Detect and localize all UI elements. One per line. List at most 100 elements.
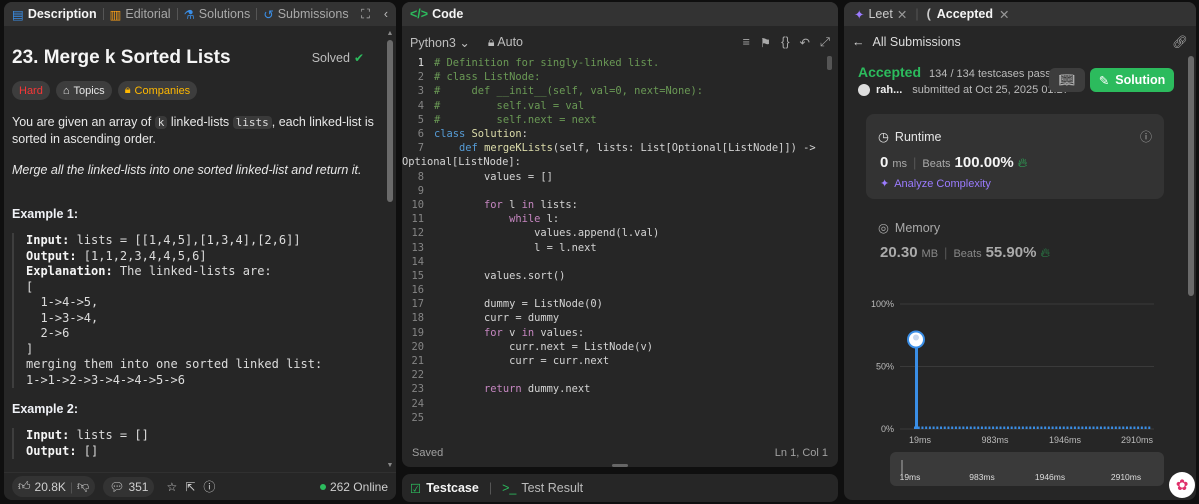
fullscreen-icon[interactable]: ⤢: [820, 35, 830, 50]
scroll-down-arrow[interactable]: ▼: [386, 462, 394, 469]
baseline-bar: [1085, 426, 1088, 429]
close-icon[interactable]: ✕: [897, 7, 907, 22]
baseline-bar: [1029, 426, 1032, 429]
baseline-bar: [969, 426, 972, 429]
solved-status: Solved ✔: [312, 51, 364, 65]
tab-editorial[interactable]: ▥ Editorial: [110, 7, 171, 22]
tab-leet[interactable]: ✦ Leet ✕: [854, 7, 907, 22]
difficulty-badge[interactable]: Hard: [12, 81, 50, 100]
companies-badge[interactable]: 🔒︎ Companies: [117, 81, 198, 100]
fire-icon: 🔥︎: [1040, 245, 1050, 260]
tab-submissions[interactable]: ↺ Submissions: [263, 7, 348, 22]
language-select[interactable]: Python3 ⌄: [410, 35, 470, 50]
memory-values: 20.30 MB | Beats 55.90% 🔥︎: [880, 244, 1050, 261]
baseline-bar: [1059, 426, 1062, 429]
code-editor[interactable]: 1 # Definition for singly-linked list. 2 #…: [402, 56, 838, 439]
runtime-distribution-chart[interactable]: 100% 50% 0% 19ms 983ms 1946ms 2910ms: [864, 292, 1164, 452]
collapse-left-icon[interactable]: ‹: [384, 7, 388, 22]
code-line: 15 values.sort(): [411, 269, 566, 282]
explanation-line: ]: [26, 341, 34, 356]
x-tick-label: 2910ms: [1121, 435, 1154, 445]
explanation-line: 1->1->2->3->4->4->5->6: [26, 372, 185, 387]
divider: |: [69, 479, 74, 494]
runtime-beats: 100.00%: [954, 154, 1014, 171]
example-1-block: Input: lists = [[1,4,5],[1,3,4],[2,6]] O…: [12, 233, 378, 388]
solution-button[interactable]: ✎ Solution: [1090, 68, 1174, 92]
baseline-bar: [1148, 426, 1151, 429]
tab-solutions[interactable]: ⚗ Solutions: [184, 7, 251, 22]
distribution-minimap[interactable]: 19ms 983ms 1946ms 2910ms: [890, 452, 1164, 486]
resize-handle[interactable]: [612, 464, 628, 467]
tab-testcase[interactable]: ☑ Testcase: [410, 481, 479, 496]
mode-select[interactable]: 🔒︎ Auto: [488, 35, 523, 50]
baseline-bar: [954, 426, 957, 429]
tab-solutions-label: Solutions: [198, 7, 251, 21]
runtime-header: ◷ Runtime: [878, 129, 941, 145]
tab-test-result[interactable]: >_ Test Result: [502, 481, 583, 495]
comments-button[interactable]: 💬︎ 351: [103, 476, 155, 497]
thumbs-up-icon[interactable]: 👍︎: [18, 479, 31, 494]
link-icon[interactable]: 🔗︎: [1172, 35, 1188, 50]
save-status: Saved: [412, 447, 444, 459]
description-scrollbar[interactable]: [387, 40, 393, 202]
code-tabbar: </> Code: [402, 2, 838, 26]
help-icon[interactable]: ⓘ: [203, 478, 215, 495]
example-2-title: Example 2:: [12, 402, 79, 416]
notes-button[interactable]: 📖︎: [1049, 68, 1085, 92]
baseline-bar: [980, 426, 983, 429]
info-icon[interactable]: ⓘ: [1140, 128, 1152, 145]
chevron-down-icon: ⌄: [459, 35, 470, 50]
baseline-bar: [1070, 426, 1073, 429]
assistant-bubble[interactable]: ✿: [1169, 472, 1195, 498]
solution-label: Solution: [1115, 73, 1166, 87]
username[interactable]: rah...: [876, 84, 902, 96]
fire-icon: 🔥︎: [1017, 155, 1028, 170]
y-tick-label: 50%: [876, 362, 894, 372]
baseline-bar: [1111, 426, 1114, 429]
baseline-bar: [1103, 426, 1106, 429]
comments-count: 351: [128, 479, 149, 494]
tab-accepted[interactable]: ( Accepted ✕: [927, 7, 1010, 22]
minimap-tick-label: 1946ms: [1035, 472, 1065, 482]
baseline-bar: [1006, 426, 1009, 429]
share-icon[interactable]: ⇱: [185, 480, 195, 494]
baseline-bar: [1036, 426, 1039, 429]
baseline-bar: [1133, 426, 1136, 429]
arrow-left-icon[interactable]: ←: [852, 35, 865, 49]
avatar[interactable]: [858, 84, 870, 96]
y-tick-label: 0%: [881, 424, 894, 434]
y-tick-label: 100%: [871, 299, 894, 309]
mode-label: Auto: [497, 34, 524, 49]
testcases-passed: 134 / 134 testcases passed: [929, 68, 1063, 80]
scroll-up-arrow[interactable]: ▲: [386, 30, 394, 37]
tab-description[interactable]: ▤ Description: [12, 7, 97, 22]
tab-code[interactable]: </> Code: [410, 7, 463, 21]
maximize-icon[interactable]: ⛶: [361, 7, 370, 22]
bookmark-icon[interactable]: ⚑: [760, 35, 771, 50]
explanation-line: [: [26, 279, 34, 294]
format-icon[interactable]: ≡: [743, 35, 750, 50]
star-icon[interactable]: ☆: [166, 480, 177, 494]
thumbs-down-icon[interactable]: 👎︎: [77, 479, 89, 494]
baseline-bar: [936, 426, 939, 429]
code-line: 4 # self.val = val: [417, 99, 585, 112]
online-dot: [319, 483, 326, 490]
all-submissions-link[interactable]: All Submissions: [873, 35, 961, 49]
runtime-card[interactable]: ◷ Runtime ⓘ 0 ms | Beats 100.00% 🔥︎ ✦ An…: [866, 114, 1164, 199]
baseline-bar: [1051, 426, 1054, 429]
topics-badge[interactable]: ⌂ Topics: [55, 81, 112, 100]
baseline-bar: [943, 426, 946, 429]
baseline-bar: [962, 426, 965, 429]
memory-header[interactable]: ◎ Memory: [878, 220, 940, 236]
submission-scrollbar[interactable]: [1188, 56, 1194, 296]
braces-icon[interactable]: {}: [781, 35, 789, 50]
code-line: 7 def mergeKLists(self, lists: List[Opti…: [417, 142, 816, 155]
analyze-complexity-button[interactable]: ✦ Analyze Complexity: [880, 177, 991, 191]
reset-icon[interactable]: ↶: [800, 35, 810, 50]
code-line: 23 return dummy.next: [411, 383, 591, 396]
baseline-bar: [988, 426, 991, 429]
baseline-bar: [1096, 426, 1099, 429]
divider: [256, 8, 258, 20]
close-icon[interactable]: ✕: [999, 7, 1009, 22]
submission-header: ← All Submissions 🔗︎: [844, 28, 1196, 56]
